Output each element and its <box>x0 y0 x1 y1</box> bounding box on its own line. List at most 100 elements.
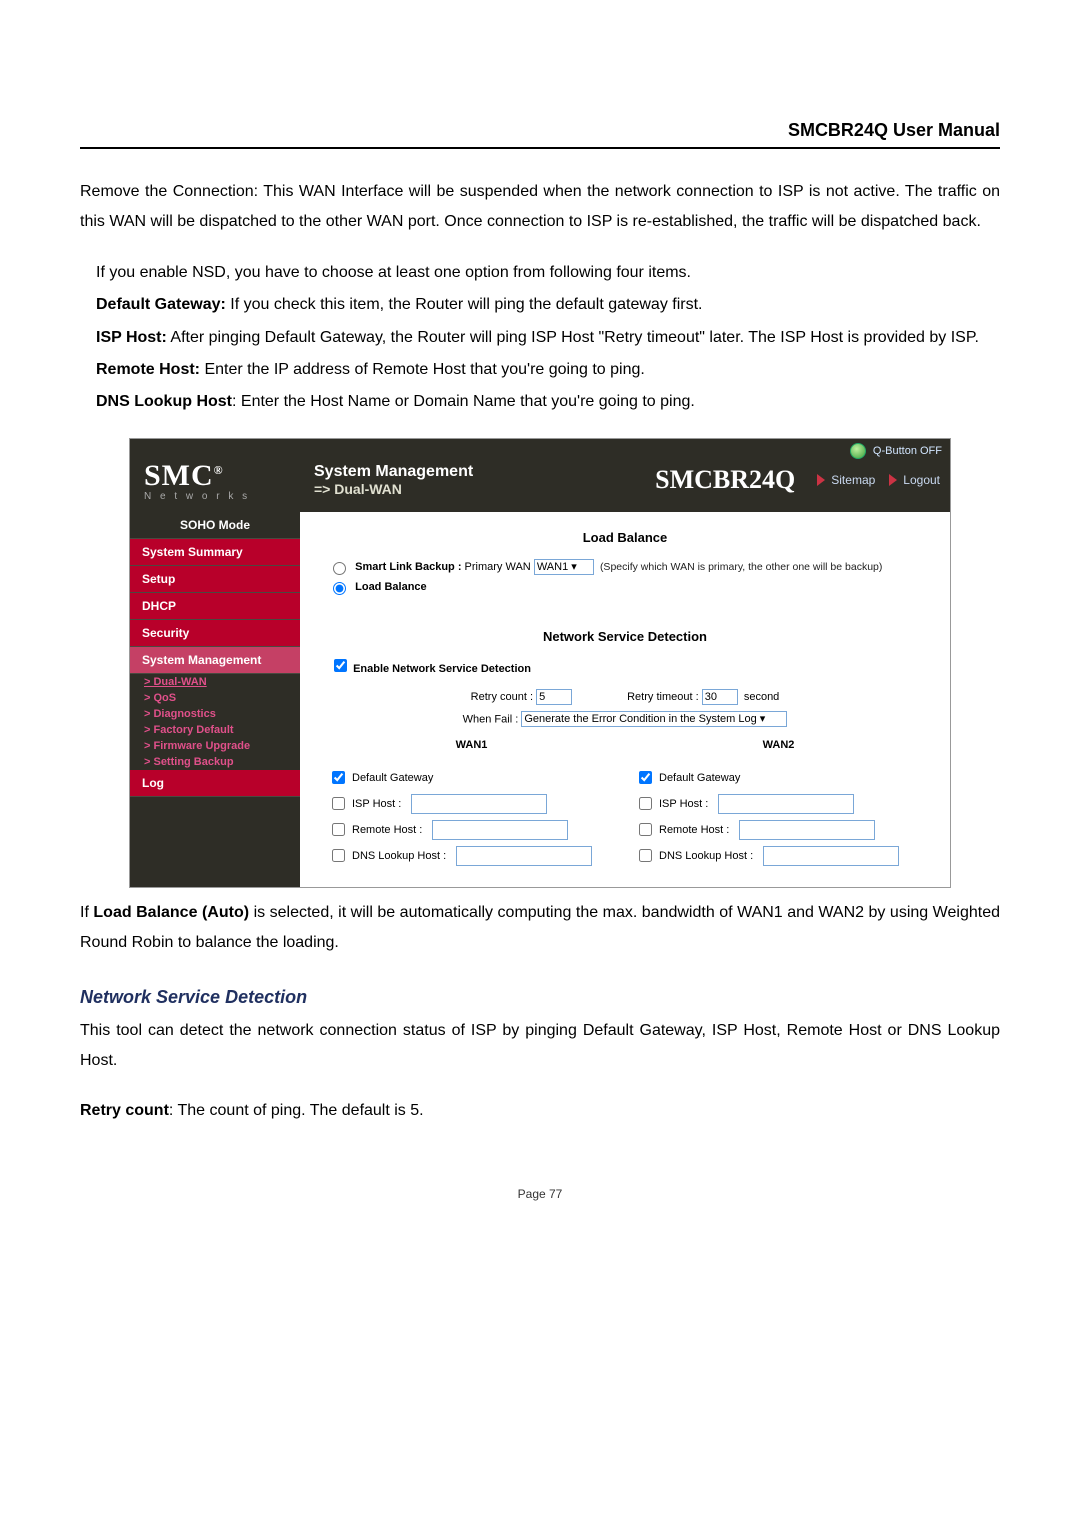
retry-count-label: Retry count : <box>471 691 533 703</box>
wan1-heading: WAN1 <box>318 739 625 751</box>
bullet-dg-bold: Default Gateway: <box>96 296 226 313</box>
sidebar-item-log[interactable]: Log <box>130 770 300 797</box>
ui-header: SMC® N e t w o r k s System Management =… <box>130 459 950 512</box>
bullet-isp-host: ISP Host: After pinging Default Gateway,… <box>96 323 1000 353</box>
bullet-dns-text: : Enter the Host Name or Domain Name tha… <box>232 393 695 410</box>
load-balance-label: Load Balance <box>355 581 427 593</box>
sidebar-sub-qos[interactable]: > QoS <box>130 690 300 706</box>
radio-smart-link[interactable] <box>333 562 346 575</box>
load-balance-title: Load Balance <box>318 524 932 557</box>
bullet-remote-bold: Remote Host: <box>96 361 200 378</box>
wan2-dns-input[interactable] <box>763 846 899 866</box>
bullet-dns: DNS Lookup Host: Enter the Host Name or … <box>96 387 1000 417</box>
sidebar-sub-fw[interactable]: > Firmware Upgrade <box>130 738 300 754</box>
nsd-section-para: This tool can detect the network connect… <box>80 1016 1000 1077</box>
wan-two-col: WAN1 Default Gateway ISP Host : Remote H… <box>318 729 932 869</box>
sidebar-item-setup[interactable]: Setup <box>130 566 300 593</box>
sidebar-sub-setting[interactable]: > Setting Backup <box>130 754 300 770</box>
enable-nsd-label: Enable Network Service Detection <box>353 663 531 675</box>
triangle-icon <box>889 474 897 486</box>
retry-count-text: : The count of ping. The default is 5. <box>169 1102 424 1119</box>
load-balance-auto-bold: Load Balance (Auto) <box>93 904 249 921</box>
wan1-chk-isp[interactable] <box>332 797 345 810</box>
qbutton-label[interactable]: Q-Button OFF <box>873 445 942 457</box>
wan2-dns-label: DNS Lookup Host : <box>659 850 753 862</box>
wan2-col: WAN2 Default Gateway ISP Host : Remote H… <box>625 729 932 869</box>
radio-load-balance[interactable] <box>333 582 346 595</box>
sidebar: SOHO Mode System Summary Setup DHCP Secu… <box>130 512 300 887</box>
content-panel: Load Balance Smart Link Backup : Primary… <box>300 512 950 887</box>
wan2-remote-label: Remote Host : <box>659 824 729 836</box>
retry-timeout-label: Retry timeout : <box>627 691 699 703</box>
wan1-chk-dns[interactable] <box>332 849 345 862</box>
wan1-dg-label: Default Gateway <box>352 772 433 784</box>
logo: SMC® N e t w o r k s <box>144 459 314 502</box>
sitemap-link[interactable]: Sitemap <box>831 473 875 487</box>
manual-header: SMCBR24Q User Manual <box>80 120 1000 149</box>
sidebar-sub-dualwan[interactable]: > Dual-WAN <box>130 674 300 690</box>
nsd-option-list: If you enable NSD, you have to choose at… <box>80 258 1000 418</box>
wan2-dg-label: Default Gateway <box>659 772 740 784</box>
sidebar-item-dhcp[interactable]: DHCP <box>130 593 300 620</box>
chk-enable-nsd[interactable] <box>334 659 347 672</box>
wan2-chk-remote[interactable] <box>639 823 652 836</box>
router-ui-screenshot: Q-Button OFF SMC® N e t w o r k s System… <box>129 438 951 888</box>
model-name: SMCBR24Q <box>643 465 807 495</box>
load-balance-row: Load Balance <box>318 577 932 597</box>
manual-page: SMCBR24Q User Manual Remove the Connecti… <box>0 0 1080 1528</box>
paragraph-remove-conn: Remove the Connection: This WAN Interfac… <box>80 177 1000 238</box>
smart-link-backup-row: Smart Link Backup : Primary WAN (Specify… <box>318 557 932 577</box>
wan2-chk-dg[interactable] <box>639 771 652 784</box>
triangle-icon <box>817 474 825 486</box>
wan1-isp-label: ISP Host : <box>352 798 401 810</box>
logo-text: SMC® <box>144 459 314 493</box>
wan1-chk-remote[interactable] <box>332 823 345 836</box>
sidebar-sub-diag[interactable]: > Diagnostics <box>130 706 300 722</box>
logo-subtext: N e t w o r k s <box>144 491 314 502</box>
wan1-dns-input[interactable] <box>456 846 592 866</box>
logout-link[interactable]: Logout <box>903 473 940 487</box>
sidebar-item-security[interactable]: Security <box>130 620 300 647</box>
wan2-heading: WAN2 <box>625 739 932 751</box>
sidebar-item-summary[interactable]: System Summary <box>130 539 300 566</box>
when-fail-select[interactable] <box>521 711 787 727</box>
page-title: System Management <box>314 463 643 481</box>
wan1-dns-label: DNS Lookup Host : <box>352 850 446 862</box>
wan1-remote-label: Remote Host : <box>352 824 422 836</box>
wan2-chk-isp[interactable] <box>639 797 652 810</box>
wan1-isp-input[interactable] <box>411 794 547 814</box>
retry-count-input[interactable] <box>536 689 572 705</box>
wan2-remote-input[interactable] <box>739 820 875 840</box>
bullet-default-gateway: Default Gateway: If you check this item,… <box>96 290 1000 320</box>
wan2-isp-label: ISP Host : <box>659 798 708 810</box>
breadcrumb: => Dual-WAN <box>314 481 643 497</box>
bullet-remote-host: Remote Host: Enter the IP address of Rem… <box>96 355 1000 385</box>
ui-body: SOHO Mode System Summary Setup DHCP Secu… <box>130 512 950 887</box>
sidebar-sub-factory[interactable]: > Factory Default <box>130 722 300 738</box>
when-fail-label: When Fail : <box>463 713 519 725</box>
second-label: second <box>744 691 779 703</box>
bullet-remote-text: Enter the IP address of Remote Host that… <box>200 361 645 378</box>
wan2-chk-dns[interactable] <box>639 849 652 862</box>
retry-count-para: Retry count: The count of ping. The defa… <box>80 1096 1000 1126</box>
logo-main-text: SMC <box>144 459 214 492</box>
retry-count-bold: Retry count <box>80 1102 169 1119</box>
page-number: Page 77 <box>80 1187 1000 1201</box>
wan1-col: WAN1 Default Gateway ISP Host : Remote H… <box>318 729 625 869</box>
nsd-panel: Network Service Detection Enable Network… <box>318 623 932 869</box>
logo-registered-icon: ® <box>214 463 224 477</box>
retry-timeout-input[interactable] <box>702 689 738 705</box>
wan2-isp-input[interactable] <box>718 794 854 814</box>
wan1-chk-dg[interactable] <box>332 771 345 784</box>
nsd-section-heading: Network Service Detection <box>80 987 1000 1008</box>
bullet-dg-text: If you check this item, the Router will … <box>226 296 703 313</box>
wan1-remote-input[interactable] <box>432 820 568 840</box>
sidebar-item-soho[interactable]: SOHO Mode <box>130 512 300 539</box>
nsd-title: Network Service Detection <box>318 623 932 656</box>
sidebar-item-sysmgmt[interactable]: System Management <box>130 647 300 674</box>
primary-wan-select[interactable] <box>534 559 594 575</box>
smart-link-primary-wan-label: Primary WAN <box>465 561 531 573</box>
bullet-isp-bold: ISP Host: <box>96 329 167 346</box>
qbutton-row: Q-Button OFF <box>130 439 950 459</box>
header-links: Sitemap Logout <box>807 473 940 487</box>
